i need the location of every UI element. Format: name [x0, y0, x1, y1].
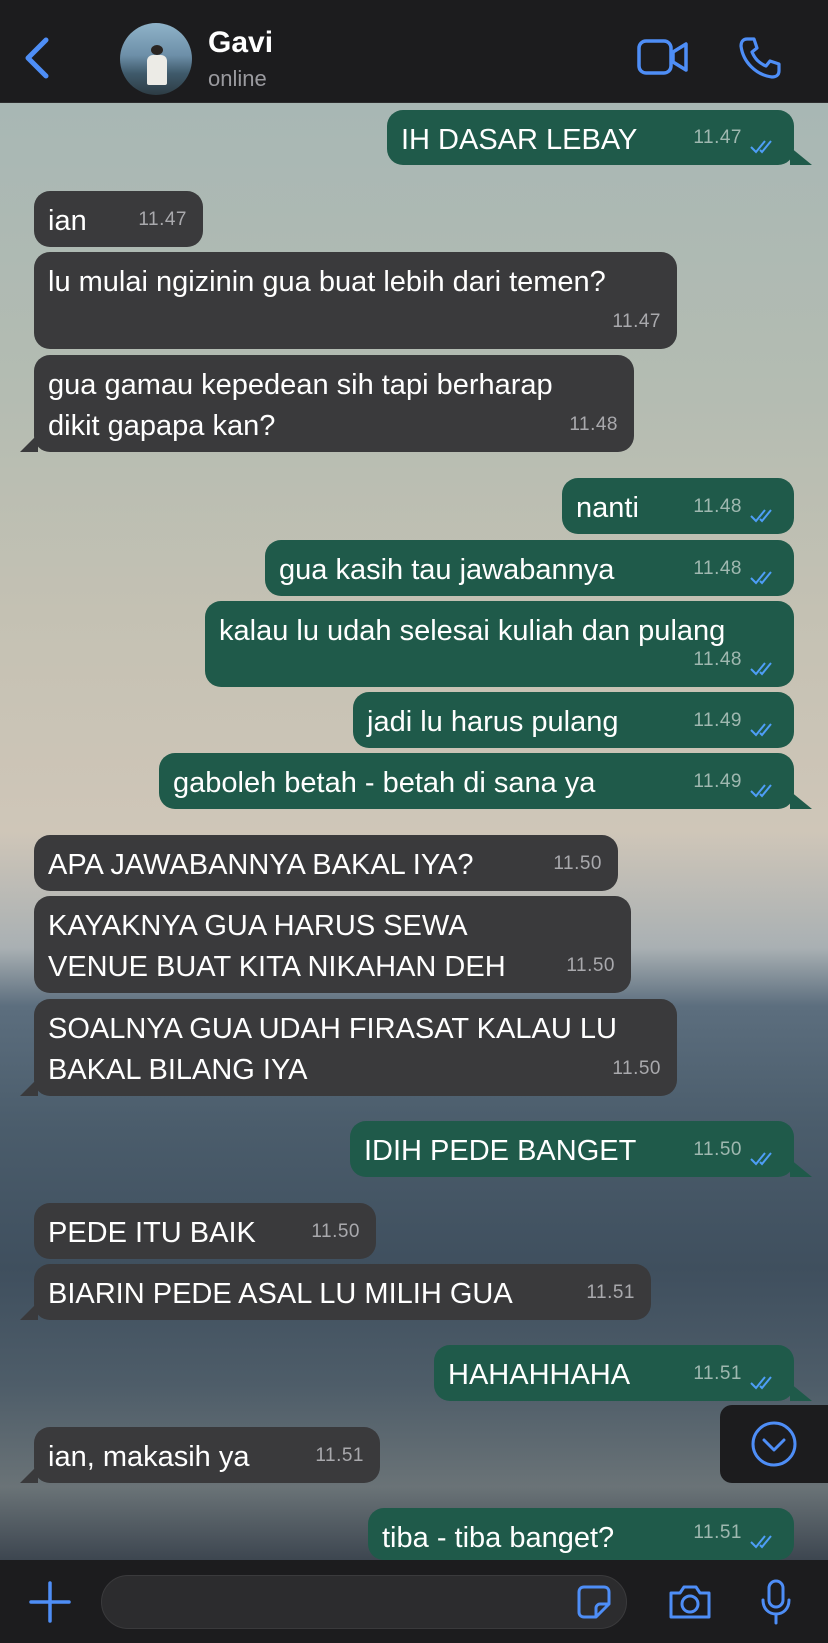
message-outgoing[interactable]: tiba - tiba banget? 11.51: [368, 1508, 794, 1560]
sticker-icon[interactable]: [576, 1584, 612, 1620]
message-time: 11.47: [693, 127, 742, 148]
double-check-icon: [750, 140, 772, 154]
message-time: 11.51: [586, 1282, 635, 1303]
double-check-icon: [750, 1152, 772, 1166]
message-time: 11.48: [693, 496, 742, 517]
microphone-icon[interactable]: [759, 1578, 793, 1626]
message-time: 11.49: [693, 710, 742, 731]
composer-bar: [0, 1560, 828, 1643]
message-time: 11.48: [693, 649, 742, 670]
message-time: 11.51: [693, 1363, 742, 1384]
message-outgoing[interactable]: kalau lu udah selesai kuliah dan pulang …: [205, 601, 794, 687]
message-incoming[interactable]: lu mulai ngizinin gua buat lebih dari te…: [34, 252, 677, 349]
message-outgoing[interactable]: IH DASAR LEBAY 11.47: [387, 110, 812, 165]
message-time: 11.50: [612, 1058, 661, 1079]
camera-icon[interactable]: [667, 1583, 713, 1621]
double-check-icon: [750, 509, 772, 523]
scroll-to-bottom-button[interactable]: [720, 1405, 828, 1483]
contact-name[interactable]: Gavi: [208, 26, 273, 60]
message-outgoing[interactable]: IDIH PEDE BANGET 11.50: [350, 1121, 812, 1177]
message-time: 11.50: [553, 853, 602, 874]
double-check-icon: [750, 723, 772, 737]
message-time: 11.50: [311, 1221, 360, 1242]
message-incoming[interactable]: APA JAWABANNYA BAKAL IYA? 11.50: [34, 835, 618, 891]
message-outgoing[interactable]: nanti 11.48: [562, 478, 794, 534]
message-time: 11.47: [138, 209, 187, 230]
message-incoming[interactable]: BIARIN PEDE ASAL LU MILIH GUA 11.51: [20, 1264, 651, 1320]
message-incoming[interactable]: SOALNYA GUA UDAH FIRASAT KALAU LU BAKAL …: [20, 999, 677, 1096]
double-check-icon: [750, 571, 772, 585]
message-outgoing[interactable]: gua kasih tau jawabannya 11.48: [265, 540, 794, 596]
message-incoming[interactable]: KAYAKNYA GUA HARUS SEWA VENUE BUAT KITA …: [34, 896, 631, 993]
message-time: 11.49: [693, 771, 742, 792]
message-time: 11.48: [569, 414, 618, 435]
chevron-left-icon[interactable]: [22, 36, 52, 80]
chat-header: Gavi online: [0, 0, 828, 103]
message-time: 11.51: [315, 1445, 364, 1466]
message-incoming[interactable]: ian, makasih ya 11.51: [20, 1427, 380, 1483]
phone-icon[interactable]: [738, 36, 782, 80]
plus-icon[interactable]: [28, 1580, 72, 1624]
message-outgoing[interactable]: HAHAHHAHA 11.51: [434, 1345, 812, 1401]
message-incoming[interactable]: PEDE ITU BAIK 11.50: [34, 1203, 376, 1259]
message-outgoing[interactable]: gaboleh betah - betah di sana ya 11.49: [159, 753, 812, 809]
message-incoming[interactable]: ian 11.47: [34, 191, 203, 247]
message-time: 11.50: [693, 1139, 742, 1160]
double-check-icon: [750, 784, 772, 798]
chevron-down-circle-icon: [751, 1421, 797, 1467]
message-outgoing[interactable]: jadi lu harus pulang 11.49: [353, 692, 794, 748]
contact-status: online: [208, 66, 267, 91]
double-check-icon: [750, 662, 772, 676]
avatar[interactable]: [120, 23, 192, 95]
message-time: 11.50: [566, 955, 615, 976]
double-check-icon: [750, 1535, 772, 1549]
message-time: 11.48: [693, 558, 742, 579]
double-check-icon: [750, 1376, 772, 1390]
message-input[interactable]: [101, 1575, 627, 1629]
message-time: 11.47: [612, 311, 661, 332]
video-camera-icon[interactable]: [637, 38, 689, 76]
message-time: 11.51: [693, 1522, 742, 1543]
message-incoming[interactable]: gua gamau kepedean sih tapi berharap dik…: [20, 355, 634, 452]
